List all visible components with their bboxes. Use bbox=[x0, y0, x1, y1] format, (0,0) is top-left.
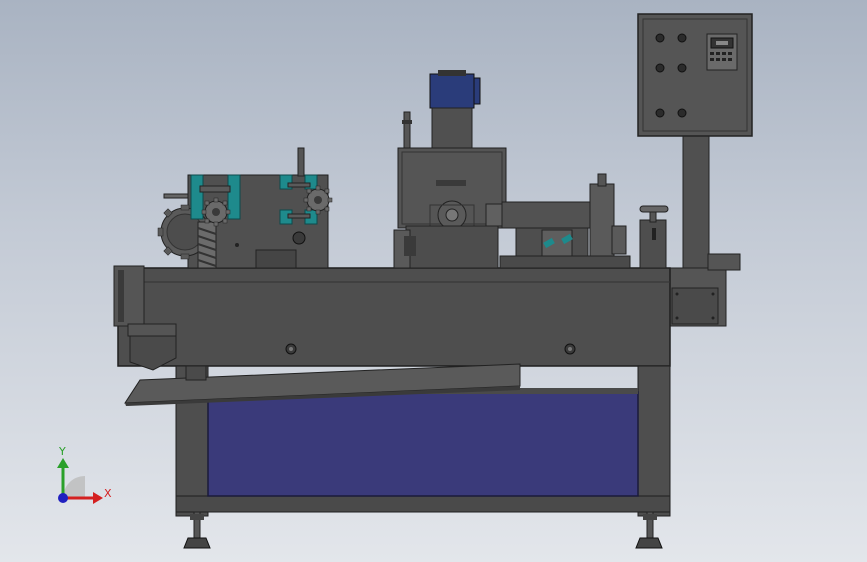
button-icon bbox=[655, 63, 665, 73]
cabinet-box bbox=[637, 13, 753, 137]
cad-viewport[interactable]: Y X bbox=[0, 0, 867, 562]
button-icon bbox=[655, 33, 665, 43]
side-panel bbox=[207, 391, 639, 497]
frequency-inverter-display bbox=[706, 33, 738, 71]
feed-screw bbox=[197, 221, 217, 269]
handwheel-icon bbox=[639, 205, 669, 213]
handwheel-post bbox=[639, 205, 669, 269]
y-axis-label: Y bbox=[58, 445, 66, 458]
button-icon bbox=[655, 108, 665, 118]
gear-unit bbox=[157, 147, 333, 269]
coordinate-triad-icon: Y X bbox=[57, 445, 112, 504]
extruder-barrel bbox=[485, 173, 631, 269]
gear-icon bbox=[201, 197, 231, 227]
motor-assembly bbox=[393, 70, 507, 269]
main-housing bbox=[117, 267, 671, 367]
x-axis-label: X bbox=[104, 487, 112, 500]
button-icon bbox=[677, 33, 687, 43]
leveling-feet bbox=[183, 511, 663, 549]
right-leg bbox=[637, 365, 671, 517]
main-body bbox=[113, 265, 671, 367]
button-icon bbox=[677, 63, 687, 73]
z-axis-dot bbox=[58, 493, 68, 503]
gear-icon bbox=[303, 185, 333, 215]
motor-icon bbox=[429, 73, 475, 109]
button-icon bbox=[677, 108, 687, 118]
